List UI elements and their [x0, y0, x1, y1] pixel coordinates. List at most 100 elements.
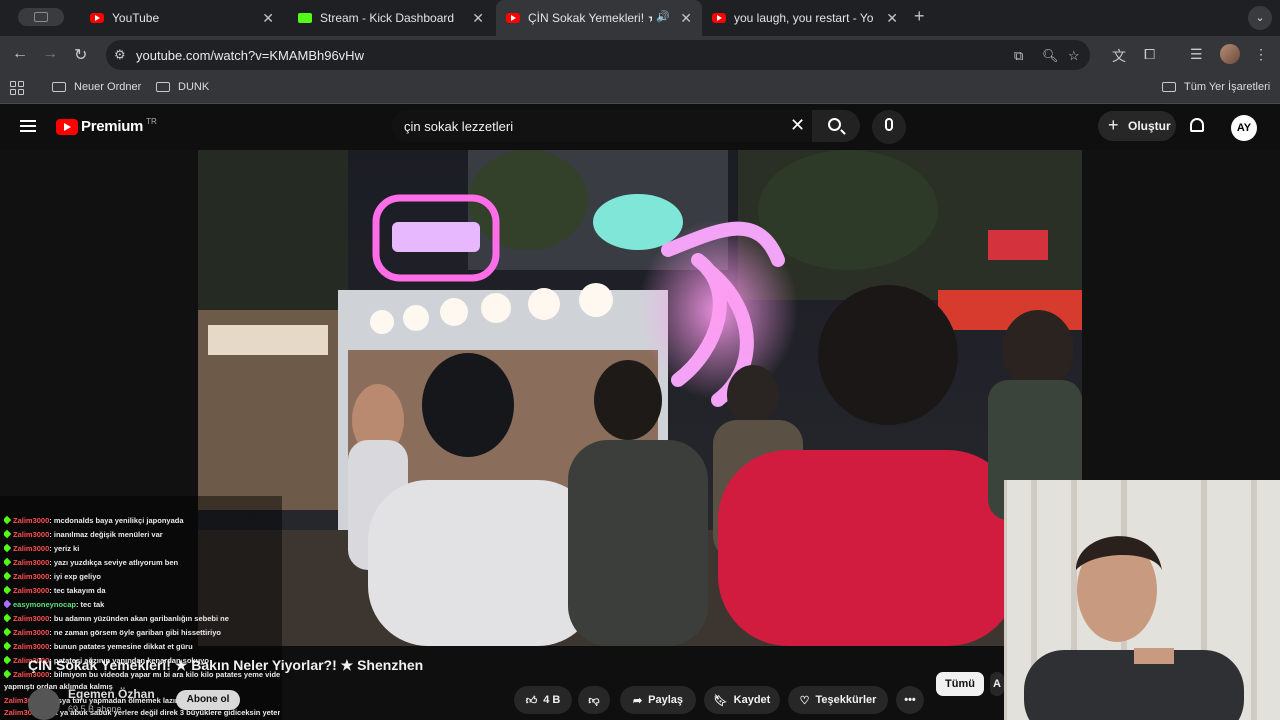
heart-dollar-icon: ♡ — [799, 694, 810, 707]
search-button[interactable] — [812, 110, 860, 142]
folder-icon — [156, 82, 170, 92]
region-code: TR — [146, 117, 157, 126]
site-info-icon[interactable]: ⚙ — [114, 47, 126, 63]
subscribe-button[interactable]: Abone ol — [176, 690, 240, 710]
video-title: ÇİN Sokak Yemekleri! ★ Bakın Neler Yiyor… — [28, 657, 424, 673]
chat-message: Zalim3000: ne zaman görsem öyle gariban … — [4, 626, 280, 640]
chat-badge-icon — [4, 613, 12, 623]
youtube-icon — [506, 13, 520, 23]
save-button[interactable]: 🔖︎ Kaydet — [704, 686, 780, 714]
chat-message: easymoneynocap: tec tak — [4, 598, 280, 612]
all-bookmarks-folder[interactable]: Tüm Yer İşaretleri — [1162, 81, 1270, 93]
chat-message: Zalim3000: iyi exp geliyo — [4, 570, 280, 584]
youtube-icon — [712, 13, 726, 23]
reading-list-icon[interactable]: ☰ — [1190, 46, 1203, 63]
tab-you-laugh[interactable]: you laugh, you restart - YouTu ✕ — [702, 0, 908, 36]
like-count: 4 B — [543, 694, 561, 706]
video-player[interactable] — [198, 150, 1082, 646]
channel-name[interactable]: Egemen Özhan — [68, 687, 155, 701]
account-avatar[interactable]: AY — [1231, 115, 1257, 141]
thanks-button[interactable]: ♡ Teşekkürler — [788, 686, 888, 714]
youtube-icon — [90, 13, 104, 23]
tab-group-button[interactable] — [18, 8, 64, 26]
streamer-webcam-image — [1004, 480, 1280, 720]
zoom-icon[interactable]: 🔍︎ — [1042, 48, 1059, 64]
bookmark-icon: 🔖︎ — [713, 694, 728, 707]
dislike-button[interactable]: 👎︎ — [578, 686, 610, 714]
close-icon[interactable]: ✕ — [886, 10, 898, 27]
youtube-premium-logo[interactable]: Premium TR — [56, 117, 157, 135]
bookmark-label: Tüm Yer İşaretleri — [1184, 81, 1271, 93]
bookmark-label: DUNK — [178, 81, 210, 93]
menu-kebab-icon[interactable]: ⋮ — [1254, 46, 1268, 63]
chat-message: Zalim3000: tec takayım da — [4, 584, 280, 598]
bookmarks-bar: Neuer Ordner DUNK Tüm Yer İşaretleri — [0, 74, 1280, 104]
share-arrow-icon: ➦ — [632, 694, 643, 707]
tab-title: ÇİN Sokak Yemekleri! ★ B — [528, 11, 652, 25]
chat-badge-icon — [4, 529, 12, 539]
notifications-bell-icon[interactable] — [1190, 118, 1204, 132]
chat-message: Zalim3000: inanılmaz değişik menüleri va… — [4, 528, 280, 542]
reload-icon[interactable]: ↻ — [74, 45, 87, 65]
bookmark-folder-neuer-ordner[interactable]: Neuer Ordner — [52, 81, 141, 93]
tab-kick-dashboard[interactable]: Stream - Kick Dashboard ✕ — [288, 0, 494, 36]
tab-youtube[interactable]: YouTube ✕ — [80, 0, 284, 36]
create-button[interactable]: + Oluştur — [1098, 111, 1176, 141]
profile-avatar[interactable] — [1220, 44, 1240, 64]
speaker-icon[interactable]: 🔊 — [656, 10, 670, 23]
close-icon[interactable]: ✕ — [262, 10, 274, 27]
bookmark-folder-dunk[interactable]: DUNK — [156, 81, 209, 93]
browser-toolbar: ← → ↻ ⚙ youtube.com/watch?v=KMAMBh96vHw … — [0, 36, 1280, 74]
tab-strip: YouTube ✕ Stream - Kick Dashboard ✕ ÇİN … — [0, 0, 1280, 36]
address-bar[interactable]: ⚙ youtube.com/watch?v=KMAMBh96vHw ⧉ 🔍︎ ☆ — [106, 40, 1090, 70]
chat-message: Zalim3000: mcdonalds baya yenilikçi japo… — [4, 514, 280, 528]
filter-chip-partial[interactable]: A — [990, 672, 1004, 696]
screen: YouTube ✕ Stream - Kick Dashboard ✕ ÇİN … — [0, 0, 1280, 720]
extensions-icon[interactable]: ⧠ — [1144, 46, 1155, 63]
search-input[interactable]: çin sokak lezzetleri ✕ — [392, 110, 812, 142]
logo-text: Premium — [81, 118, 144, 135]
chat-badge-icon — [4, 557, 12, 567]
chat-badge-icon — [4, 585, 12, 595]
share-label: Paylaş — [648, 694, 684, 706]
bookmark-label: Neuer Ordner — [74, 81, 142, 93]
install-app-icon[interactable]: ⧉ — [1014, 48, 1023, 64]
kick-icon — [298, 13, 312, 23]
filter-chip-all[interactable]: Tümü — [936, 672, 984, 696]
share-button[interactable]: ➦ Paylaş — [620, 686, 696, 714]
tab-active-video[interactable]: ÇİN Sokak Yemekleri! ★ B 🔊 ✕ — [496, 0, 702, 36]
forward-arrow-icon[interactable]: → — [42, 45, 58, 63]
voice-search-button[interactable] — [872, 110, 906, 144]
save-label: Kaydet — [733, 694, 771, 706]
chat-badge-icon — [4, 655, 12, 665]
chat-message: Zalim3000: yeriz ki — [4, 542, 280, 556]
close-icon[interactable]: ✕ — [680, 10, 692, 27]
thumbs-down-icon: 👎︎ — [588, 694, 600, 707]
chat-badge-icon — [4, 571, 12, 581]
back-arrow-icon[interactable]: ← — [12, 45, 28, 63]
chat-badge-icon — [4, 669, 12, 679]
chat-badge-icon — [4, 599, 12, 609]
create-label: Oluştur — [1128, 119, 1171, 133]
apps-grid-icon[interactable] — [10, 81, 24, 95]
new-tab-button[interactable]: + — [914, 6, 925, 27]
folder-icon — [1162, 82, 1176, 92]
search-query-text[interactable]: çin sokak lezzetleri — [404, 119, 513, 134]
thanks-label: Teşekkürler — [815, 694, 877, 706]
folder-icon — [52, 82, 66, 92]
channel-avatar[interactable] — [28, 688, 60, 720]
bookmark-star-icon[interactable]: ☆ — [1068, 48, 1080, 64]
chat-message: Zalim3000: yazı yuzdıkça seviye atlıyoru… — [4, 556, 280, 570]
translate-icon[interactable]: 文 — [1112, 46, 1126, 66]
tab-search-chevron-icon[interactable]: ⌄ — [1248, 6, 1272, 30]
clear-search-icon[interactable]: ✕ — [790, 115, 805, 136]
hamburger-menu-icon[interactable] — [20, 120, 36, 132]
thumbs-up-icon: 👍︎ — [525, 694, 538, 707]
like-button[interactable]: 👍︎ 4 B — [514, 686, 572, 714]
close-icon[interactable]: ✕ — [472, 10, 484, 27]
window-icon — [34, 12, 48, 22]
url-text[interactable]: youtube.com/watch?v=KMAMBh96vHw — [136, 48, 364, 63]
video-frame-street-food-scene — [198, 150, 1082, 646]
more-actions-button[interactable]: ••• — [896, 686, 924, 714]
search-icon — [828, 118, 841, 131]
